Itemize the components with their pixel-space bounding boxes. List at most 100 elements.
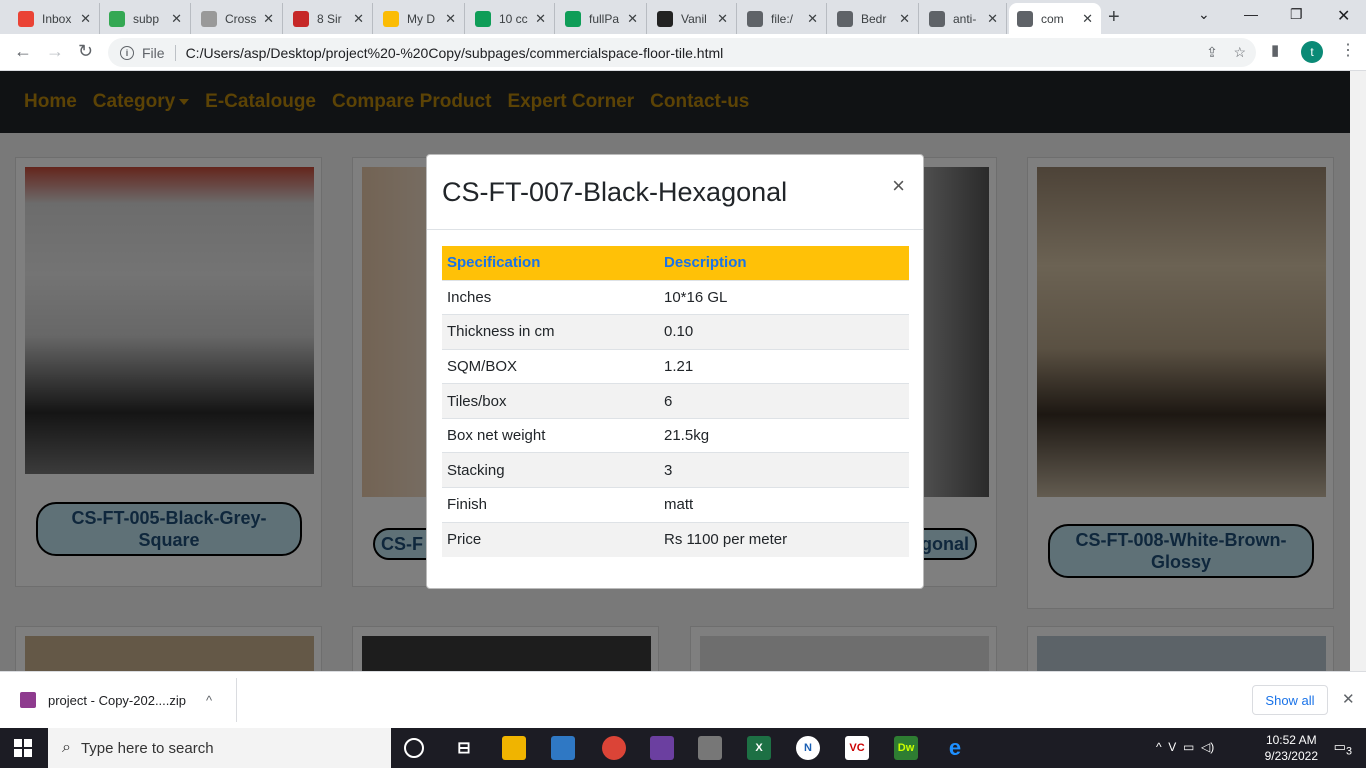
task-view-icon[interactable]: ⊟ [452, 736, 476, 760]
excel-icon[interactable]: X [747, 736, 771, 760]
system-tray-icons[interactable]: ^ V ▭ ◁) [1156, 740, 1214, 754]
tab-title: anti- [953, 11, 977, 26]
tab-title: Inbox [42, 11, 72, 26]
tab-title: 8 Sir [317, 11, 342, 26]
edge-icon[interactable]: e [943, 735, 967, 760]
spec-label: SQM/BOX [442, 348, 659, 384]
table-row: Tiles/box 6 [442, 383, 909, 419]
tab-title: com [1041, 11, 1064, 26]
close-tab-icon[interactable]: ✕ [353, 11, 364, 27]
close-tab-icon[interactable]: ✕ [987, 11, 998, 27]
notification-icon[interactable]: ▭3 [1334, 739, 1352, 758]
back-icon[interactable]: ← [14, 41, 32, 62]
search-icon: ⌕ [62, 739, 71, 756]
spec-value: Rs 1100 per meter [659, 521, 909, 557]
globe-icon [747, 10, 763, 27]
tab-title: 10 cc [499, 11, 528, 26]
spec-label: Thickness in cm [442, 314, 659, 350]
url-text[interactable]: C:/Users/asp/Desktop/project%20-%20Copy/… [186, 45, 724, 61]
browser-tab[interactable]: Bedr ✕ [829, 3, 919, 34]
download-item[interactable]: project - Copy-202....zip ^ [20, 692, 212, 708]
close-icon[interactable]: ✕ [1342, 690, 1355, 708]
w-icon [293, 10, 309, 27]
browser-tab[interactable]: anti- ✕ [921, 3, 1007, 34]
tools-icon[interactable] [698, 736, 722, 760]
spec-value: 3 [659, 452, 909, 488]
search-placeholder: Type here to search [80, 739, 214, 757]
page-scrollbar[interactable] [1350, 71, 1366, 671]
tab-title: subp [133, 11, 160, 26]
close-tab-icon[interactable]: ✕ [445, 11, 456, 27]
close-tab-icon[interactable]: ✕ [717, 11, 728, 27]
chevron-up-icon[interactable]: ^ [206, 693, 212, 708]
spec-table: Specification Description Inches 10*16 GL… [442, 246, 909, 557]
reload-icon[interactable]: ↻ [78, 41, 93, 62]
minimize-icon[interactable]: — [1244, 6, 1258, 22]
close-tab-icon[interactable]: ✕ [171, 11, 182, 27]
table-row: SQM/BOX 1.21 [442, 348, 909, 384]
table-row: Price Rs 1100 per meter [442, 521, 909, 557]
chrome-icon[interactable] [602, 736, 626, 760]
cortana-icon[interactable] [404, 738, 424, 758]
app-icon[interactable]: N [796, 736, 820, 760]
drive-icon [109, 10, 125, 27]
new-tab-button[interactable]: + [1108, 6, 1120, 29]
close-icon[interactable]: × [892, 173, 905, 199]
tab-search-icon[interactable]: ⌄ [1198, 6, 1210, 23]
css-icon [201, 10, 217, 27]
browser-tab[interactable]: Inbox ✕ [10, 3, 100, 34]
clock-time: 10:52 AM [1265, 733, 1317, 747]
browser-tab[interactable]: 10 cc ✕ [467, 3, 555, 34]
share-star-icons[interactable]: ⇪ ☆ [1206, 44, 1246, 61]
spec-value: 6 [659, 383, 909, 419]
column-header: Description [659, 246, 909, 280]
zip-file-icon [20, 692, 36, 708]
store-icon[interactable] [551, 736, 575, 760]
file-explorer-icon[interactable] [502, 736, 526, 760]
close-tab-icon[interactable]: ✕ [627, 11, 638, 27]
doc-icon [475, 10, 491, 27]
browser-tab[interactable]: Cross ✕ [193, 3, 283, 34]
spec-label: Finish [442, 487, 659, 523]
drive-icon [383, 10, 399, 27]
tab-title: Bedr [861, 11, 887, 26]
globe-icon [837, 10, 853, 27]
restore-icon[interactable]: ❐ [1290, 6, 1303, 23]
browser-toolbar: ← → ↻ i File C:/Users/asp/Desktop/projec… [0, 34, 1366, 71]
close-tab-icon[interactable]: ✕ [1082, 11, 1093, 27]
close-window-icon[interactable]: ✕ [1337, 6, 1350, 26]
browser-tab[interactable]: 8 Sir ✕ [285, 3, 373, 34]
spec-value: 0.10 [659, 314, 909, 350]
close-tab-icon[interactable]: ✕ [807, 11, 818, 27]
browser-tab[interactable]: subp ✕ [101, 3, 191, 34]
table-row: Inches 10*16 GL [442, 279, 909, 315]
taskbar-search[interactable]: ⌕ Type here to search [48, 728, 391, 768]
menu-icon[interactable]: ⋮ [1340, 40, 1356, 60]
dreamweaver-icon[interactable]: Dw [894, 736, 918, 760]
address-bar[interactable]: i File C:/Users/asp/Desktop/project%20-%… [108, 38, 1256, 67]
forward-icon[interactable]: → [46, 41, 64, 62]
browser-tab[interactable]: My D ✕ [375, 3, 465, 34]
windows-taskbar: ⌕ Type here to search ⊟ X N VC Dw e ^ V … [0, 728, 1366, 768]
site-info-icon[interactable]: i [120, 45, 134, 60]
browser-tab[interactable]: Vanil ✕ [649, 3, 737, 34]
spec-value: 1.21 [659, 348, 909, 384]
windows-start-icon[interactable] [14, 739, 32, 757]
close-tab-icon[interactable]: ✕ [263, 11, 274, 27]
spec-label: Tiles/box [442, 383, 659, 419]
profile-avatar[interactable]: t [1301, 41, 1323, 63]
close-tab-icon[interactable]: ✕ [535, 11, 546, 27]
browser-tab[interactable]: com ✕ [1009, 3, 1101, 34]
tab-title: My D [407, 11, 435, 26]
browser-tab[interactable]: file:/ ✕ [739, 3, 827, 34]
clock[interactable]: 10:52 AM 9/23/2022 [1265, 732, 1318, 764]
vc-icon[interactable]: VC [845, 736, 869, 760]
tab-title: fullPa [589, 11, 620, 26]
visual-studio-icon[interactable] [650, 736, 674, 760]
side-panel-icon[interactable]: ▮ [1271, 41, 1279, 59]
close-tab-icon[interactable]: ✕ [80, 11, 91, 27]
browser-tab[interactable]: fullPa ✕ [557, 3, 647, 34]
spec-label: Stacking [442, 452, 659, 488]
show-all-button[interactable]: Show all [1252, 685, 1328, 715]
close-tab-icon[interactable]: ✕ [899, 11, 910, 27]
